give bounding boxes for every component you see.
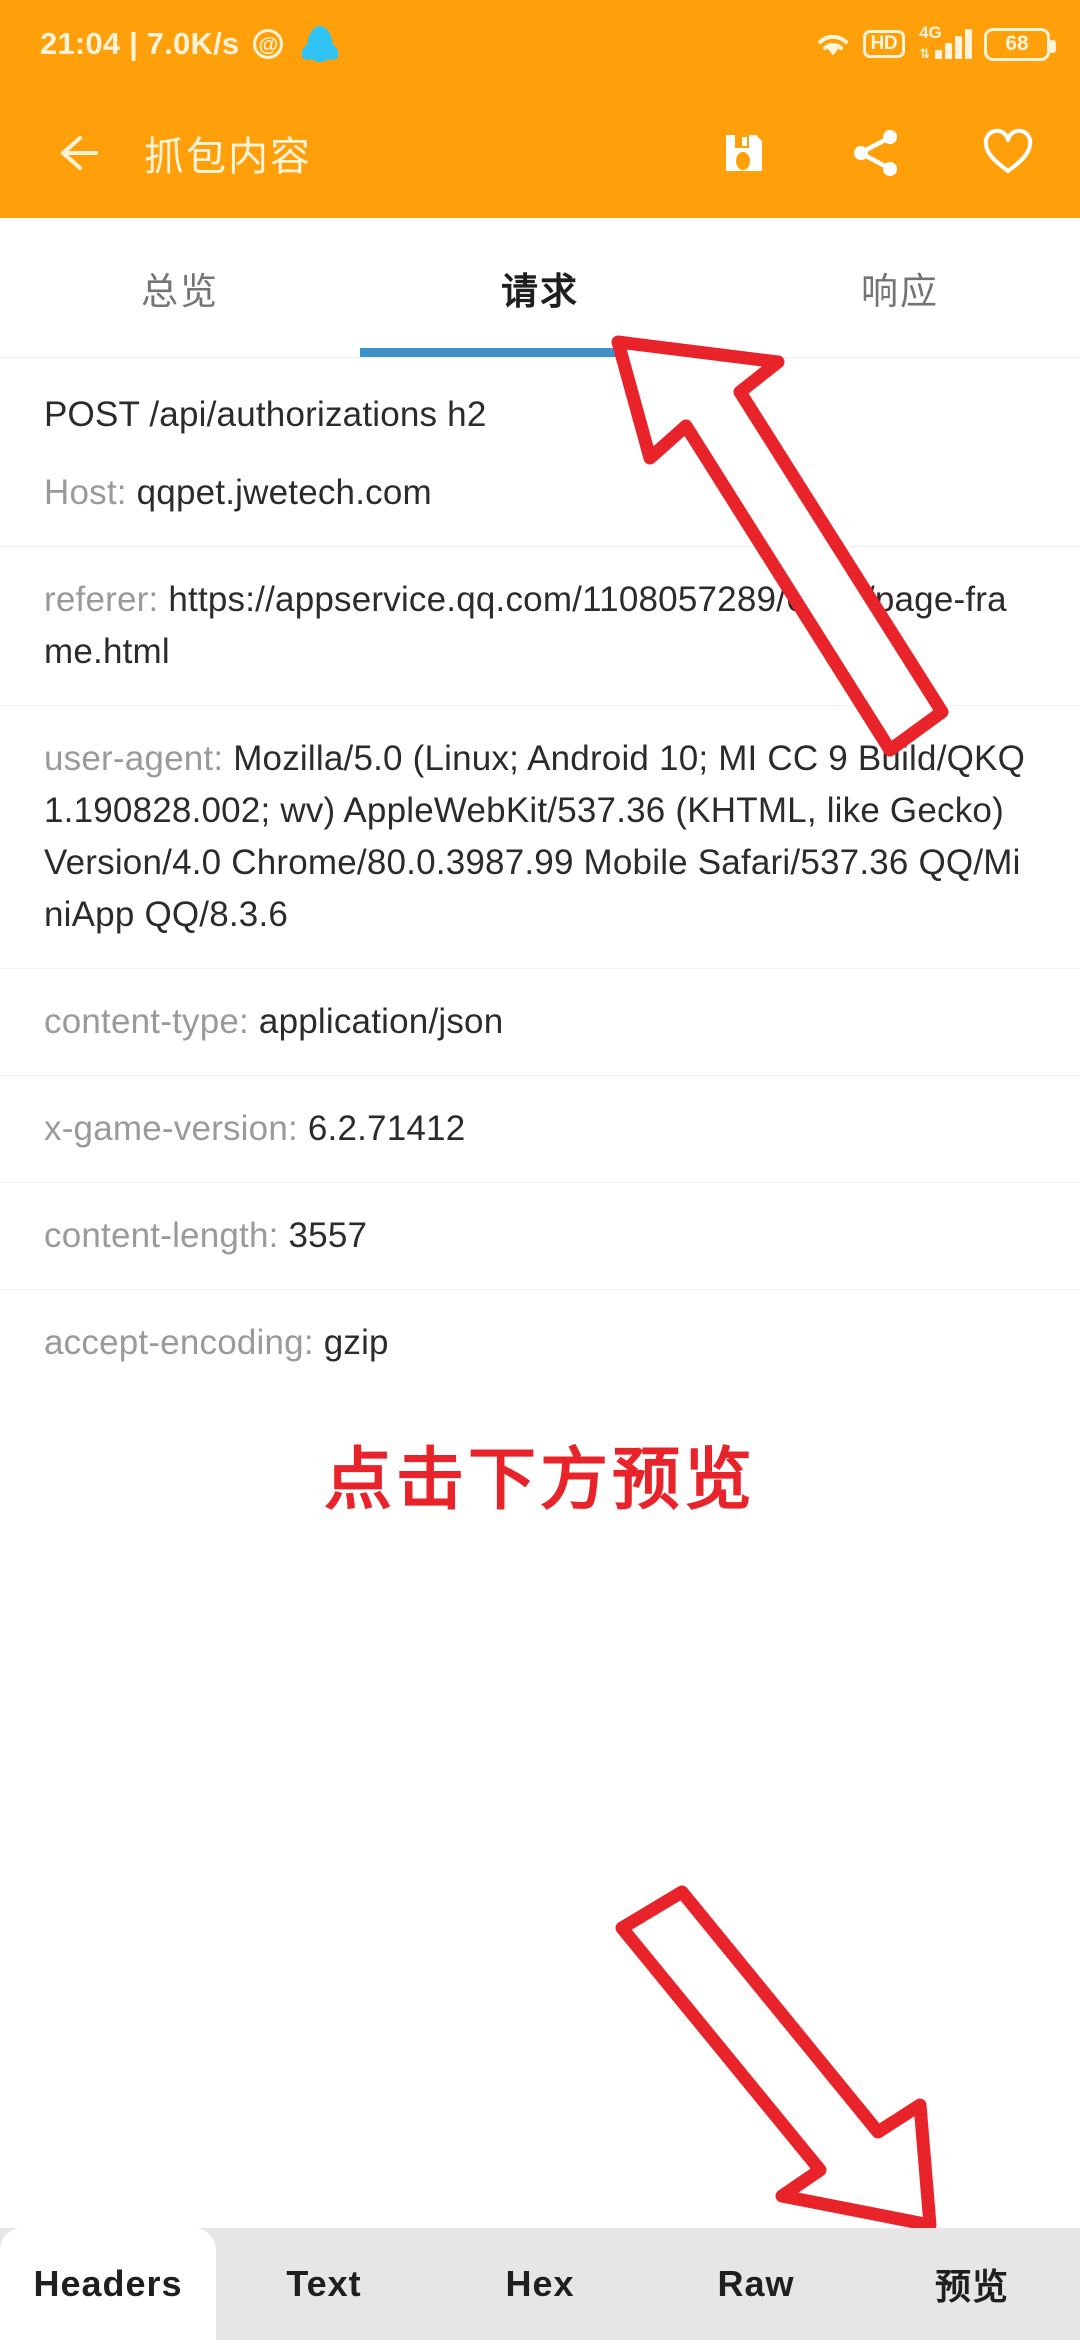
section-tabs: 总览 请求 响应 bbox=[0, 218, 1080, 358]
tab-overview[interactable]: 总览 bbox=[0, 218, 360, 357]
request-line-row: POST /api/authorizations h2 bbox=[0, 362, 1080, 453]
status-bar: 21:04 | 7.0K/s HD 4G ⇅ 68 bbox=[0, 0, 1080, 88]
page-title: 抓包内容 bbox=[144, 135, 312, 179]
battery-level-label: 68 bbox=[1005, 32, 1029, 55]
bottom-tab-hex[interactable]: Hex bbox=[432, 2228, 648, 2340]
header-row-content-type: content-type: application/json bbox=[0, 969, 1080, 1076]
battery-icon: 68 bbox=[984, 27, 1056, 61]
status-clock: 21:04 | 7.0K/s bbox=[40, 26, 240, 61]
request-headers-list: POST /api/authorizations h2 Host: qqpet.… bbox=[0, 358, 1080, 1396]
hd-icon: HD bbox=[862, 30, 906, 58]
hint-text: 点击下方预览 bbox=[323, 1442, 756, 1518]
header-row-x-game-version: x-game-version: 6.2.71412 bbox=[0, 1076, 1080, 1183]
signal-icon: 4G ⇅ bbox=[917, 24, 972, 61]
header-row-user-agent: user-agent: Mozilla/5.0 (Linux; Android … bbox=[0, 706, 1080, 969]
status-bar-left: 21:04 | 7.0K/s bbox=[40, 26, 334, 62]
header-row-content-length: content-length: 3557 bbox=[0, 1183, 1080, 1290]
tab-request[interactable]: 请求 bbox=[360, 218, 720, 357]
header-value: qqpet.jwetech.com bbox=[136, 473, 432, 512]
bottom-tab-preview[interactable]: 预览 bbox=[864, 2228, 1080, 2340]
header-row-accept-encoding: accept-encoding: gzip bbox=[44, 1323, 389, 1362]
request-line: POST /api/authorizations h2 bbox=[44, 395, 487, 434]
red-arrow-down-right-icon bbox=[615, 1885, 937, 2232]
app-toolbar: 抓包内容 bbox=[0, 88, 1080, 218]
header-key: x-game-version bbox=[44, 1109, 288, 1148]
header-key: referer bbox=[44, 580, 149, 619]
header-value: gzip bbox=[323, 1323, 389, 1362]
header-value: 6.2.71412 bbox=[307, 1109, 466, 1148]
heart-icon[interactable] bbox=[980, 125, 1036, 181]
header-value: https://appservice.qq.com/1108057289/6.5… bbox=[44, 580, 1007, 671]
back-arrow-icon[interactable] bbox=[46, 125, 102, 181]
bottom-tab-text[interactable]: Text bbox=[216, 2228, 432, 2340]
bottom-tab-raw[interactable]: Raw bbox=[648, 2228, 864, 2340]
share-icon[interactable] bbox=[848, 125, 904, 181]
header-row-host: Host: qqpet.jwetech.com bbox=[0, 453, 1080, 547]
header-row-referer: referer: https://appservice.qq.com/11080… bbox=[0, 547, 1080, 706]
bottom-tab-headers[interactable]: Headers bbox=[0, 2228, 216, 2340]
wifi-icon bbox=[815, 30, 851, 58]
header-value: application/json bbox=[258, 1002, 504, 1041]
header-value: 3557 bbox=[288, 1216, 368, 1255]
header-key: content-length bbox=[44, 1216, 269, 1255]
header-key: content-type bbox=[44, 1002, 240, 1041]
header-key: Host bbox=[44, 473, 117, 512]
status-bar-right: HD 4G ⇅ 68 bbox=[815, 24, 1056, 61]
network-type-label: 4G bbox=[919, 22, 942, 42]
tab-response[interactable]: 响应 bbox=[720, 218, 1080, 357]
at-circle-icon bbox=[253, 29, 284, 59]
data-arrows-icon: ⇅ bbox=[919, 45, 930, 61]
header-key: accept-encoding bbox=[44, 1323, 304, 1362]
bottom-tab-bar: Headers Text Hex Raw 预览 bbox=[0, 2228, 1080, 2340]
save-floppy-icon[interactable] bbox=[716, 125, 772, 181]
qq-penguin-icon bbox=[307, 26, 334, 62]
header-key: user-agent bbox=[44, 739, 214, 778]
